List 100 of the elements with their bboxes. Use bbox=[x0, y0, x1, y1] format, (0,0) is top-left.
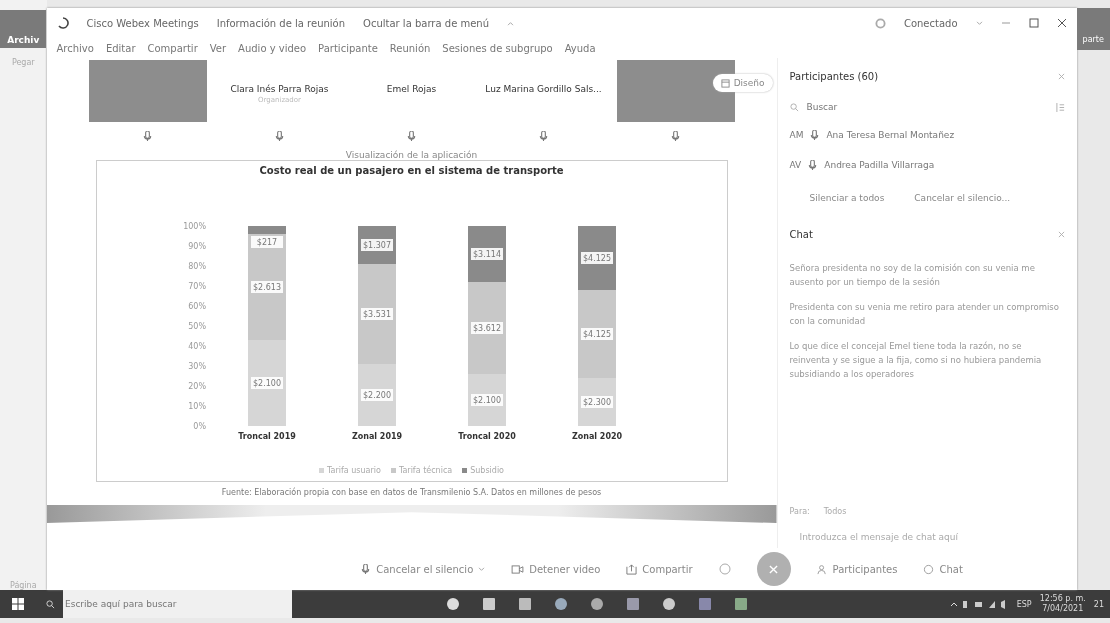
share-button[interactable]: Compartir bbox=[626, 563, 693, 575]
data-label: $3.531 bbox=[360, 308, 393, 320]
category-label: Zonal 2019 bbox=[351, 432, 402, 441]
taskbar-app-icon[interactable] bbox=[698, 597, 712, 611]
chat-title: Chat bbox=[789, 228, 813, 240]
data-label: $2.200 bbox=[360, 389, 393, 401]
data-label: $2.100 bbox=[250, 377, 283, 389]
chat-input-field[interactable]: Introduzca el mensaje de chat aquí bbox=[789, 526, 1070, 548]
taskbar-app-icon[interactable] bbox=[626, 597, 640, 611]
taskbar-app-icon[interactable] bbox=[446, 597, 460, 611]
menu-item[interactable]: Audio y video bbox=[238, 42, 307, 54]
panel-action-button[interactable]: Silenciar a todos bbox=[809, 193, 885, 203]
data-label: $2.300 bbox=[580, 396, 613, 408]
participant-initials: AM bbox=[789, 130, 804, 140]
participant-name[interactable]: Ana Teresa Bernal Montañez bbox=[826, 130, 955, 140]
paste-label: Pegar bbox=[11, 58, 35, 67]
microphone-icon bbox=[807, 159, 819, 171]
chat-message: Presidenta con su venia me retiro para atender un compromiso con la comunidad bbox=[789, 301, 1060, 328]
recipient-dropdown[interactable]: Todos bbox=[823, 507, 847, 516]
microphone-icon bbox=[538, 131, 549, 142]
stop-video-button[interactable]: Detener video bbox=[511, 563, 601, 575]
menu-item[interactable]: Compartir bbox=[147, 42, 198, 54]
notification-badge[interactable]: 21 bbox=[1093, 599, 1104, 609]
connection-status[interactable]: Conectado bbox=[903, 17, 958, 29]
close-icon bbox=[769, 564, 779, 574]
data-label: $4.125 bbox=[580, 252, 613, 264]
axis-tick-label: 70% bbox=[187, 282, 206, 291]
participant-name: Luz Marina Gordillo Sals... bbox=[485, 84, 602, 94]
language-indicator[interactable]: ESP bbox=[1016, 599, 1032, 609]
chart-title: Costo real de un pasajero en el sistema de transporte bbox=[259, 165, 564, 176]
search-field[interactable]: Buscar bbox=[804, 94, 1050, 120]
axis-tick-label: 20% bbox=[187, 382, 206, 391]
page-status: Página bbox=[9, 581, 37, 590]
chat-message: Lo que dice el concejal Emel tiene toda la razón, no se reinventa y se sigue a la fija, como si no hubiera pandemia subsidiando a los operadores bbox=[789, 340, 1043, 381]
window-title: Cisco Webex Meetings bbox=[86, 17, 199, 29]
participant-initials: AV bbox=[789, 160, 802, 170]
taskbar-app-icon[interactable] bbox=[554, 597, 568, 611]
axis-tick-label: 40% bbox=[187, 342, 206, 351]
data-label: $3.612 bbox=[470, 322, 503, 334]
menu-item[interactable]: Ver bbox=[209, 42, 227, 54]
chat-message: Señora presidenta no soy de la comisión con su venia me ausento por un tiempo de la sesión bbox=[789, 262, 1036, 289]
chat-button[interactable]: Chat bbox=[923, 563, 963, 575]
microphone-icon bbox=[274, 131, 285, 142]
menu-item[interactable]: Sesiones de subgrupo bbox=[442, 42, 553, 54]
data-label: $2.100 bbox=[470, 394, 503, 406]
clock[interactable]: 12:56 p. m. 7/04/2021 bbox=[1039, 594, 1086, 614]
microphone-icon bbox=[809, 129, 821, 141]
close-icon[interactable] bbox=[1056, 18, 1067, 28]
participant-name: Emel Rojas bbox=[386, 84, 437, 94]
hide-menu-link[interactable]: Ocultar la barra de menú bbox=[363, 17, 490, 29]
meeting-info-link[interactable]: Información de la reunión bbox=[216, 17, 346, 29]
category-label: Troncal 2020 bbox=[457, 432, 516, 441]
taskbar-app-icon[interactable] bbox=[734, 597, 748, 611]
menu-item[interactable]: Reunión bbox=[389, 42, 431, 54]
microphone-icon bbox=[406, 131, 417, 142]
taskbar-app-icon[interactable] bbox=[518, 597, 532, 611]
axis-tick-label: 30% bbox=[187, 362, 206, 371]
unmute-button[interactable]: Cancelar el silencio bbox=[360, 563, 486, 575]
layout-button[interactable]: Diseño bbox=[712, 74, 773, 92]
microphone-icon bbox=[142, 131, 153, 142]
legend-item: Tarifa técnica bbox=[390, 466, 453, 475]
data-label: $3.114 bbox=[470, 248, 503, 260]
microphone-icon bbox=[360, 563, 372, 575]
taskbar-app-icon[interactable] bbox=[590, 597, 604, 611]
data-label: $217 bbox=[250, 236, 283, 248]
share-icon bbox=[626, 563, 638, 575]
axis-tick-label: 10% bbox=[187, 402, 206, 411]
data-label: $4.125 bbox=[580, 328, 613, 340]
end-meeting-button[interactable] bbox=[756, 552, 791, 586]
people-icon bbox=[816, 563, 828, 575]
windows-start-icon[interactable] bbox=[12, 598, 24, 610]
participants-button[interactable]: Participantes bbox=[816, 563, 898, 575]
axis-tick-label: 100% bbox=[182, 222, 206, 231]
panel-action-button[interactable]: Cancelar el silencio... bbox=[914, 193, 1011, 203]
axis-tick-label: 60% bbox=[187, 302, 206, 311]
layout-icon bbox=[720, 78, 730, 88]
menu-item[interactable]: Archivo bbox=[56, 42, 94, 54]
menu-item[interactable]: Ayuda bbox=[564, 42, 596, 54]
file-tab[interactable]: Archiv bbox=[0, 10, 47, 48]
panel-title: Participantes (60) bbox=[789, 70, 879, 82]
category-label: Troncal 2019 bbox=[237, 432, 296, 441]
taskbar-app-icon[interactable] bbox=[662, 597, 676, 611]
taskbar-app-icon[interactable] bbox=[482, 597, 496, 611]
camera-icon bbox=[511, 564, 525, 574]
search-icon bbox=[46, 599, 55, 609]
maximize-icon[interactable] bbox=[1028, 18, 1039, 28]
data-label: $1.307 bbox=[360, 239, 393, 251]
participant-name: Clara Inés Parra Rojas bbox=[230, 84, 329, 94]
participant-name[interactable]: Andrea Padilla Villarraga bbox=[824, 160, 935, 170]
menu-item[interactable]: Editar bbox=[105, 42, 136, 54]
chart-source-note: Fuente: Elaboración propia con base en datos de Transmilenio S.A. Datos en millones de pesos bbox=[221, 488, 602, 497]
axis-tick-label: 90% bbox=[187, 242, 206, 251]
taskbar-search-field[interactable]: Escribe aquí para buscar bbox=[63, 590, 292, 618]
legend-item: Subsidio bbox=[462, 466, 504, 475]
ribbon-label: parte bbox=[1076, 8, 1110, 50]
recipient-label: Para: bbox=[789, 507, 810, 516]
category-label: Zonal 2020 bbox=[571, 432, 622, 441]
axis-tick-label: 50% bbox=[187, 322, 206, 331]
menu-item[interactable]: Participante bbox=[318, 42, 378, 54]
shared-app-label: Visualización de la aplicación bbox=[345, 150, 478, 160]
